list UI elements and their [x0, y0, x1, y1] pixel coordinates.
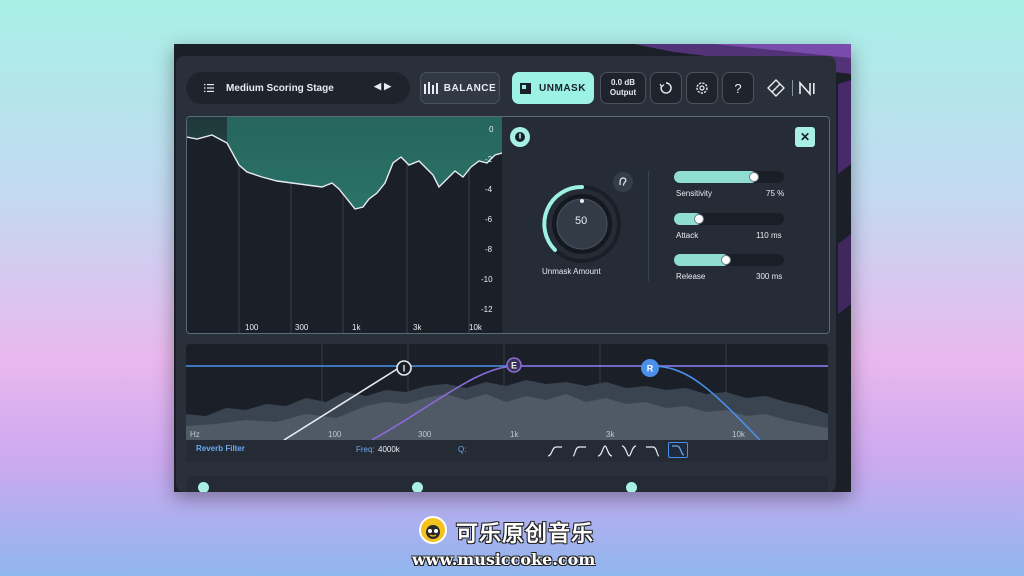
brand-logos-icon [767, 79, 815, 97]
close-button[interactable]: ✕ [795, 127, 815, 147]
high-cut-12-icon[interactable] [644, 444, 662, 458]
preset-name: Medium Scoring Stage [226, 82, 334, 94]
history-icon [659, 82, 672, 94]
db-tick: 0 [489, 125, 494, 134]
history-button[interactable] [650, 72, 682, 104]
list-icon [204, 84, 214, 92]
unmask-label: UNMASK [539, 82, 586, 94]
watermark-brand: 可乐原创音乐 [456, 522, 595, 547]
filter-freq-tick: 100 [328, 430, 342, 439]
plugin-panel: Medium Scoring Stage ◀▶ BALANCE UNMASK 0… [176, 56, 836, 492]
output-label: Output [609, 88, 637, 97]
filter-node-r-label: R [647, 364, 654, 374]
notch-icon[interactable] [620, 444, 638, 458]
filter-node-e[interactable]: E [506, 357, 522, 373]
release-value: 300 ms [756, 272, 783, 281]
filter-freq-tick: 300 [418, 430, 432, 439]
filter-node-r[interactable]: R [641, 359, 659, 377]
help-label: ? [734, 80, 742, 96]
freq-tick: 1k [352, 323, 361, 332]
bell-icon[interactable] [596, 444, 614, 458]
filter-node-i-label: I [403, 364, 406, 374]
attack-slider[interactable] [674, 213, 784, 225]
output-value: 0.0 dB [610, 78, 635, 87]
spectrum-analyzer: 0 -2 -4 -6 -8 -10 -12 100 300 1k 3k 10k [186, 116, 830, 334]
unmask-controls: ✕ 50 Unmask Amount Sensitivity 75 % Atta… [502, 117, 829, 333]
plugin-screenshot: Medium Scoring Stage ◀▶ BALANCE UNMASK 0… [174, 44, 851, 492]
db-tick: -10 [481, 275, 493, 284]
divider [648, 171, 649, 281]
filter-unit-label: Hz [190, 430, 200, 439]
db-tick: -8 [485, 245, 493, 254]
db-tick: -2 [485, 155, 493, 164]
freq-value[interactable]: 4000k [378, 445, 400, 454]
q-label: Q: [458, 445, 467, 454]
freq-tick: 300 [295, 323, 309, 332]
freq-tick: 10k [469, 323, 482, 332]
module-power-icon[interactable] [412, 482, 423, 492]
filter-node-i[interactable]: I [396, 360, 412, 376]
listen-button[interactable] [612, 171, 634, 193]
db-tick: -6 [485, 215, 493, 224]
filter-node-e-label: E [511, 361, 517, 371]
module-strip [186, 476, 828, 492]
attack-label: Attack [676, 231, 699, 240]
attack-thumb[interactable] [693, 214, 704, 224]
db-tick: -12 [481, 305, 493, 314]
module-power-icon[interactable] [198, 482, 209, 492]
sensitivity-label: Sensitivity [676, 189, 713, 198]
reverb-filter-label: Reverb Filter [196, 444, 245, 453]
freq-tick: 100 [245, 323, 259, 332]
watermark-url: www.musiccoke.com [412, 550, 596, 569]
low-cut-12-icon[interactable] [570, 444, 588, 458]
sensitivity-thumb[interactable] [748, 172, 759, 182]
unmask-icon [520, 82, 532, 94]
power-icon [515, 132, 525, 142]
mascot-logo-icon [419, 516, 447, 544]
balance-button[interactable]: BALANCE [420, 72, 500, 104]
low-cut-6-icon[interactable] [546, 444, 564, 458]
preset-arrows-icon[interactable]: ◀▶ [374, 81, 394, 92]
freq-tick: 3k [413, 323, 422, 332]
gear-icon [696, 82, 708, 94]
db-tick: -4 [485, 185, 493, 194]
release-thumb[interactable] [721, 255, 731, 265]
filter-toolbar: Reverb Filter Freq: 4000k Q: [186, 440, 828, 462]
spectrum-graph [187, 117, 502, 333]
high-cut-6-button[interactable] [668, 442, 688, 458]
help-button[interactable]: ? [722, 72, 754, 104]
balance-label: BALANCE [443, 82, 497, 94]
bars-icon [423, 82, 438, 94]
filter-freq-tick: 1k [510, 430, 519, 439]
sensitivity-fill [674, 171, 757, 183]
release-slider[interactable] [674, 254, 784, 266]
release-label: Release [676, 272, 706, 281]
freq-label: Freq: [356, 445, 375, 454]
sensitivity-slider[interactable] [674, 171, 784, 183]
close-icon: ✕ [799, 130, 811, 144]
filter-graph[interactable]: I E R [186, 344, 828, 440]
high-cut-6-icon [672, 445, 685, 456]
preset-selector[interactable]: Medium Scoring Stage ◀▶ [186, 72, 410, 104]
unmask-amount-value: 50 [575, 215, 588, 227]
filter-freq-tick: 10k [732, 430, 745, 439]
watermark: 可乐原创音乐 www.musiccoke.com [412, 512, 612, 572]
filter-freq-tick: 3k [606, 430, 615, 439]
sensitivity-value: 75 % [766, 189, 785, 198]
output-gain-button[interactable]: 0.0 dB Output [600, 72, 646, 104]
attack-value: 110 ms [756, 231, 782, 240]
unmask-power-button[interactable] [510, 127, 530, 147]
reverb-filter-panel: I E R Hz 100 300 1k 3k 10k Reverb Filter… [186, 344, 828, 462]
settings-button[interactable] [686, 72, 718, 104]
module-power-icon[interactable] [626, 482, 637, 492]
unmask-button[interactable]: UNMASK [512, 72, 594, 104]
unmask-amount-label: Unmask Amount [542, 267, 601, 276]
